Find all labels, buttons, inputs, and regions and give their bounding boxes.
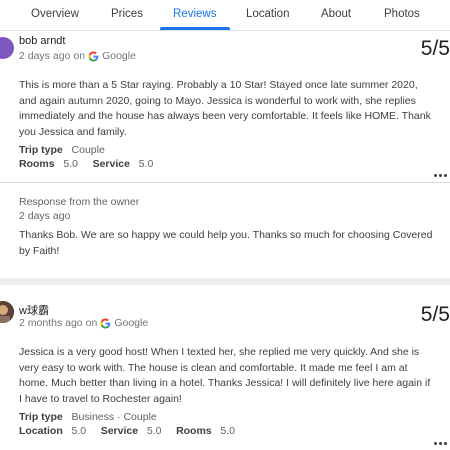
reviewer-name[interactable]: bob arndt xyxy=(19,35,65,47)
tab-overview[interactable]: Overview xyxy=(31,8,79,20)
tab-bar: Overview Prices Reviews Location About P… xyxy=(0,0,450,31)
divider xyxy=(0,182,450,183)
owner-response-text: Thanks Bob. We are so happy we could hel… xyxy=(19,229,433,257)
google-icon xyxy=(100,317,111,329)
google-icon xyxy=(88,50,99,62)
trip-type-value: Couple xyxy=(71,144,105,156)
active-tab-indicator xyxy=(160,27,230,30)
rating-label: Rooms xyxy=(19,158,55,170)
avatar[interactable] xyxy=(0,301,14,323)
source-prefix: on xyxy=(85,317,98,329)
rating-value: 5.0 xyxy=(63,158,78,170)
review-date: 2 months ago xyxy=(19,317,83,329)
source-name: Google xyxy=(102,50,136,62)
more-options-icon[interactable] xyxy=(432,432,447,450)
rating-label: Rooms xyxy=(176,425,212,437)
rating-label: Service xyxy=(100,425,139,437)
review-text: Jessica is a very good host! When I text… xyxy=(19,346,431,405)
avatar-photo-icon xyxy=(0,301,14,323)
owner-response-date: 2 days ago xyxy=(19,210,71,222)
tab-about[interactable]: About xyxy=(321,8,351,20)
trip-type-label: Trip type xyxy=(19,144,63,156)
tab-photos[interactable]: Photos xyxy=(384,8,420,20)
rating-value: 5.0 xyxy=(71,425,87,437)
review-date: 2 days ago xyxy=(19,50,71,62)
owner-response-label: Response from the owner xyxy=(19,196,140,208)
trip-type-label: Trip type xyxy=(19,411,63,423)
review-score: 5/5 xyxy=(420,37,450,60)
trip-type-value: Business · Couple xyxy=(71,411,157,423)
tab-reviews[interactable]: Reviews xyxy=(173,8,216,20)
review-meta: 2 months ago on Google xyxy=(19,317,148,329)
tab-location[interactable]: Location xyxy=(246,8,289,20)
rating-label: Location xyxy=(19,425,63,437)
source-prefix: on xyxy=(73,50,86,62)
rating-value: 5.0 xyxy=(146,425,162,437)
rating-label: Service xyxy=(92,158,130,170)
reviewer-name[interactable]: w球霸 xyxy=(19,302,49,318)
section-divider xyxy=(0,278,450,285)
review-text: This is more than a 5 Star raying. Proba… xyxy=(19,79,431,138)
review-meta: 2 days ago on Google xyxy=(19,50,136,62)
review-score: 5/5 xyxy=(420,303,450,326)
avatar[interactable] xyxy=(0,37,14,59)
rating-value: 5.0 xyxy=(138,158,154,170)
source-name: Google xyxy=(114,317,149,329)
rating-value: 5.0 xyxy=(220,425,236,437)
tab-prices[interactable]: Prices xyxy=(111,8,143,20)
more-options-icon[interactable] xyxy=(432,164,447,182)
